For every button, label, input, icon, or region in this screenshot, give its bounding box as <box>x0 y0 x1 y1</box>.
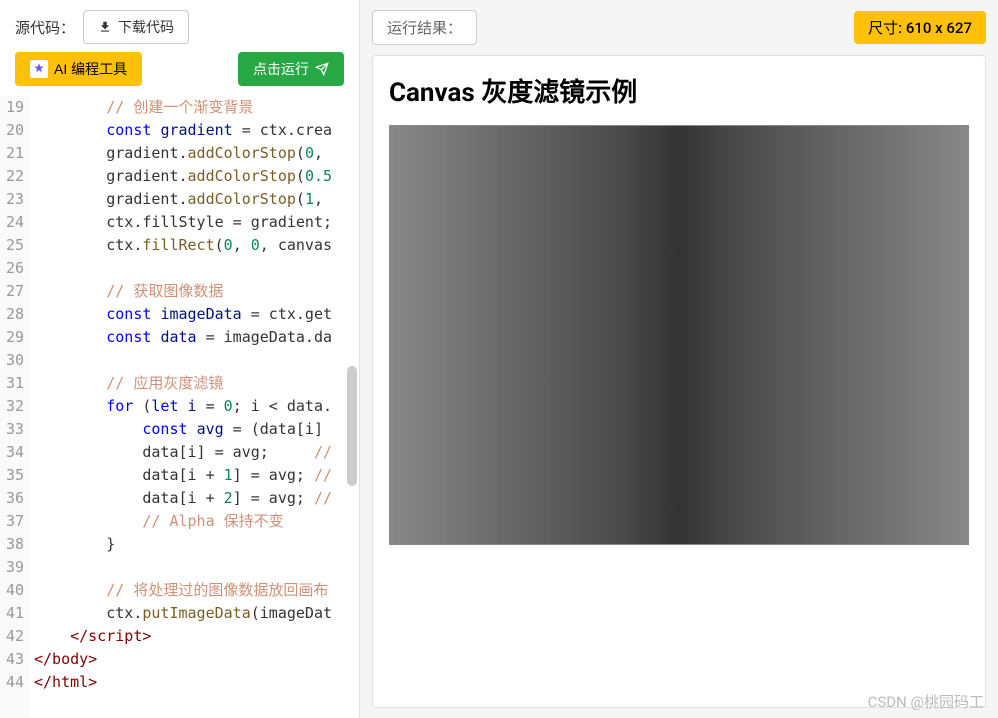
line-number: 34 <box>0 441 24 464</box>
code-line[interactable]: ctx.putImageData(imageDat <box>30 602 359 625</box>
line-number: 27 <box>0 280 24 303</box>
code-line[interactable]: // 获取图像数据 <box>30 280 359 303</box>
code-line[interactable]: // 应用灰度滤镜 <box>30 372 359 395</box>
line-number: 31 <box>0 372 24 395</box>
code-line[interactable]: for (let i = 0; i < data. <box>30 395 359 418</box>
code-line[interactable]: gradient.addColorStop(0, <box>30 142 359 165</box>
code-line[interactable]: // 创建一个渐变背景 <box>30 96 359 119</box>
result-label: 运行结果： <box>372 10 477 45</box>
code-line[interactable]: gradient.addColorStop(0.5 <box>30 165 359 188</box>
run-button[interactable]: 点击运行 <box>238 52 344 86</box>
line-number: 23 <box>0 188 24 211</box>
line-number: 28 <box>0 303 24 326</box>
line-number: 32 <box>0 395 24 418</box>
canvas-output <box>389 125 969 545</box>
line-number: 35 <box>0 464 24 487</box>
code-line[interactable]: data[i] = avg; // <box>30 441 359 464</box>
download-button[interactable]: 下载代码 <box>83 10 189 44</box>
ai-tools-button[interactable]: AI 编程工具 <box>15 52 142 86</box>
code-line[interactable]: } <box>30 533 359 556</box>
code-line[interactable]: </html> <box>30 671 359 694</box>
result-header: 运行结果： 尺寸: 610 x 627 <box>372 10 986 45</box>
source-label: 源代码： <box>15 17 75 38</box>
code-editor[interactable]: 1920212223242526272829303132333435363738… <box>0 96 359 718</box>
result-panel: 运行结果： 尺寸: 610 x 627 Canvas 灰度滤镜示例 CSDN @… <box>360 0 998 718</box>
code-line[interactable]: const data = imageData.da <box>30 326 359 349</box>
download-label: 下载代码 <box>118 17 174 37</box>
code-line[interactable]: </body> <box>30 648 359 671</box>
source-panel: 源代码： 下载代码 AI 编程工具 点击运行 19202122232425262… <box>0 0 360 718</box>
preview-title: Canvas 灰度滤镜示例 <box>389 72 969 109</box>
line-number: 39 <box>0 556 24 579</box>
line-number: 40 <box>0 579 24 602</box>
ai-label: AI 编程工具 <box>54 59 127 79</box>
code-line[interactable]: </script> <box>30 625 359 648</box>
size-badge: 尺寸: 610 x 627 <box>854 11 986 44</box>
code-line[interactable] <box>30 257 359 280</box>
line-gutter: 1920212223242526272829303132333435363738… <box>0 96 30 718</box>
download-icon <box>98 20 112 34</box>
code-line[interactable]: gradient.addColorStop(1, <box>30 188 359 211</box>
watermark: CSDN @桃园码工 <box>868 691 984 712</box>
toolbar: 源代码： 下载代码 AI 编程工具 点击运行 <box>0 0 359 96</box>
line-number: 29 <box>0 326 24 349</box>
line-number: 36 <box>0 487 24 510</box>
code-line[interactable]: ctx.fillRect(0, 0, canvas <box>30 234 359 257</box>
line-number: 24 <box>0 211 24 234</box>
code-line[interactable]: // 将处理过的图像数据放回画布 <box>30 579 359 602</box>
line-number: 20 <box>0 119 24 142</box>
line-number: 42 <box>0 625 24 648</box>
send-icon <box>315 62 329 76</box>
line-number: 44 <box>0 671 24 694</box>
code-line[interactable]: ctx.fillStyle = gradient; <box>30 211 359 234</box>
ai-icon <box>30 60 48 78</box>
line-number: 25 <box>0 234 24 257</box>
line-number: 38 <box>0 533 24 556</box>
line-number: 41 <box>0 602 24 625</box>
line-number: 37 <box>0 510 24 533</box>
vertical-scrollbar[interactable] <box>347 366 357 486</box>
line-number: 26 <box>0 257 24 280</box>
line-number: 19 <box>0 96 24 119</box>
code-line[interactable]: const imageData = ctx.get <box>30 303 359 326</box>
line-number: 30 <box>0 349 24 372</box>
line-number: 43 <box>0 648 24 671</box>
code-line[interactable]: // Alpha 保持不变 <box>30 510 359 533</box>
preview-area: Canvas 灰度滤镜示例 <box>372 55 986 708</box>
code-line[interactable] <box>30 349 359 372</box>
code-line[interactable]: data[i + 1] = avg; // <box>30 464 359 487</box>
line-number: 22 <box>0 165 24 188</box>
line-number: 21 <box>0 142 24 165</box>
code-line[interactable]: data[i + 2] = avg; // <box>30 487 359 510</box>
line-number: 33 <box>0 418 24 441</box>
code-content[interactable]: // 创建一个渐变背景 const gradient = ctx.crea gr… <box>30 96 359 718</box>
run-label: 点击运行 <box>253 59 309 79</box>
code-line[interactable]: const gradient = ctx.crea <box>30 119 359 142</box>
code-line[interactable]: const avg = (data[i] <box>30 418 359 441</box>
code-line[interactable] <box>30 556 359 579</box>
